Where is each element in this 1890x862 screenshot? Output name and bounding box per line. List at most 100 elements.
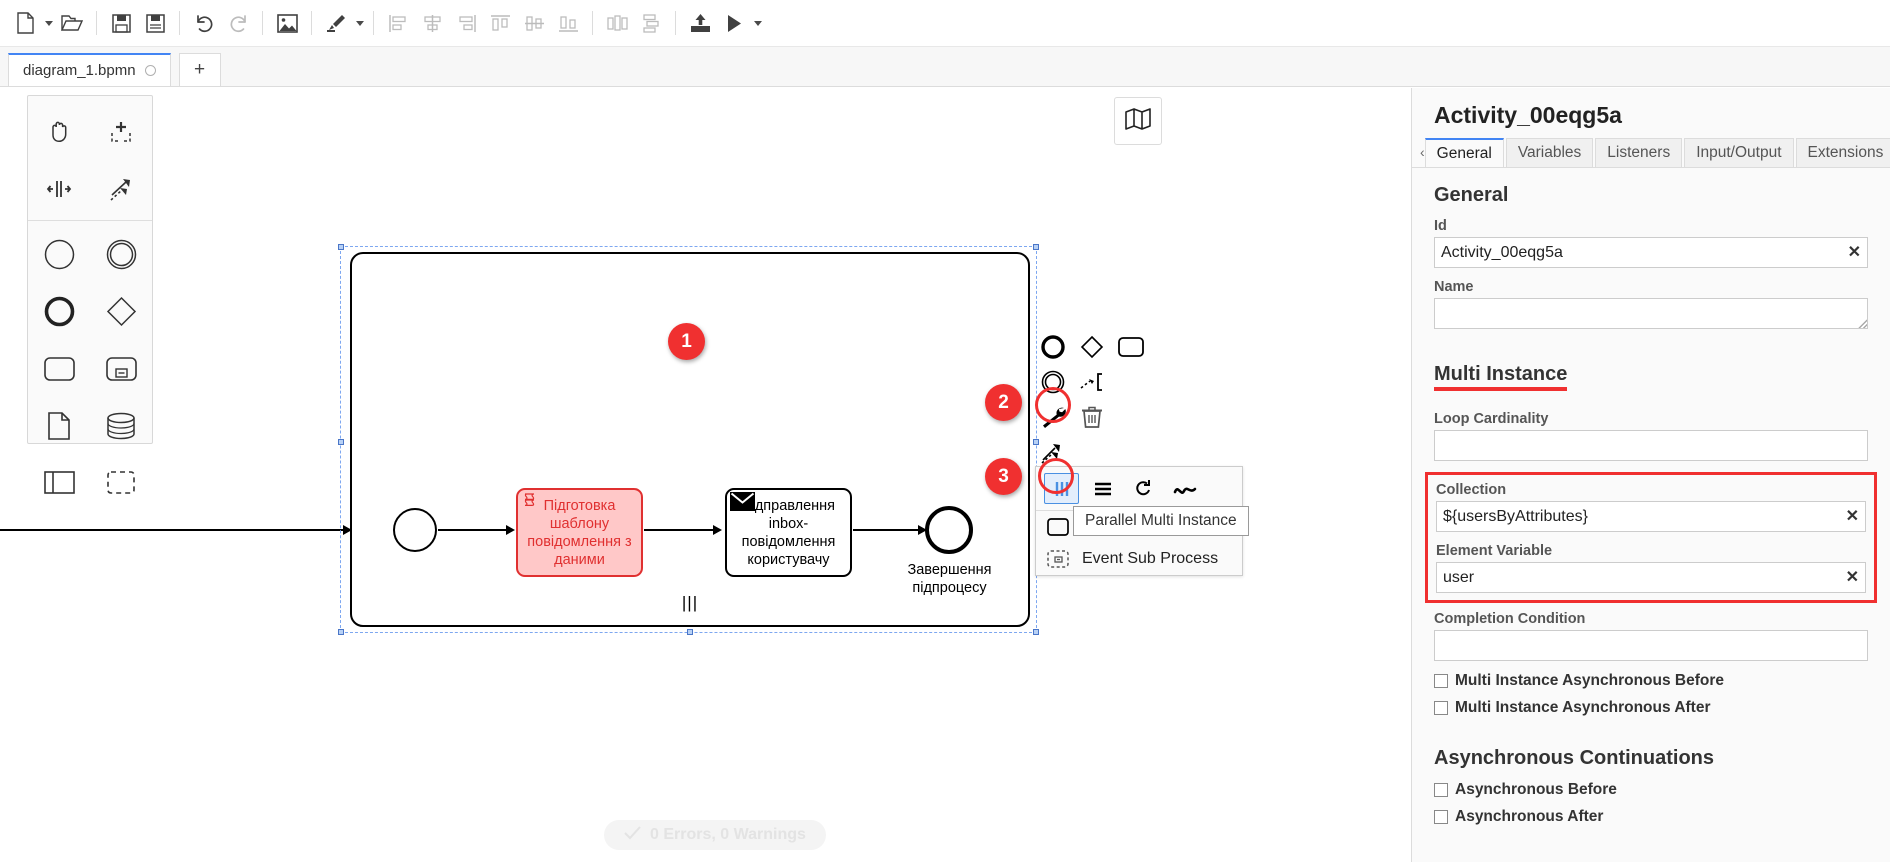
callout-2-ring-highlight: [1035, 387, 1071, 423]
async-before-label: Asynchronous Before: [1455, 781, 1617, 799]
toolbar-separator: [96, 11, 97, 35]
name-input[interactable]: [1434, 298, 1868, 329]
completion-condition-input[interactable]: [1434, 630, 1868, 661]
replace-menu-tooltip: Parallel Multi Instance: [1073, 506, 1249, 536]
element-variable-input[interactable]: [1436, 562, 1866, 593]
collection-input[interactable]: [1436, 501, 1866, 532]
tab-listeners[interactable]: Listeners: [1595, 138, 1682, 167]
collection-wrapper: ✕: [1436, 501, 1866, 532]
name-field-label: Name: [1434, 279, 1868, 295]
editor-tab-bar: diagram_1.bpmn +: [0, 47, 1890, 87]
multi-instance-section-heading: Multi Instance: [1434, 363, 1567, 391]
parallel-multi-instance-marker-icon: |||: [682, 593, 698, 613]
end-event-label: Завершення підпроцесу: [882, 561, 1017, 597]
toolbar-separator: [592, 11, 593, 35]
name-field-wrapper: [1434, 298, 1868, 329]
callout-marker-3: 3: [985, 458, 1022, 495]
sequence-flow-2[interactable]: [644, 529, 715, 531]
tab-diagram-1-bpmn[interactable]: diagram_1.bpmn: [8, 53, 171, 86]
properties-body: General Id ✕ Name Multi Instance Loop Ca…: [1412, 184, 1890, 826]
open-file-icon[interactable]: [55, 6, 89, 40]
trash-delete-icon[interactable]: [1077, 402, 1107, 432]
multi-instance-section: Multi Instance: [1434, 347, 1868, 402]
element-variable-clear-icon[interactable]: ✕: [1846, 569, 1859, 586]
run-icon[interactable]: [717, 6, 751, 40]
loop-cardinality-input[interactable]: [1434, 430, 1868, 461]
color-dropdown[interactable]: [353, 6, 366, 40]
element-variable-label: Element Variable: [1436, 543, 1866, 559]
deploy-icon[interactable]: [683, 6, 717, 40]
align-top-icon[interactable]: [483, 6, 517, 40]
diagram-canvas[interactable]: ||| Підготовка шаблону повідомлення з да…: [0, 88, 1411, 862]
export-image-icon[interactable]: [270, 6, 304, 40]
id-clear-icon[interactable]: ✕: [1848, 244, 1861, 261]
align-center-icon[interactable]: [415, 6, 449, 40]
align-bottom-icon[interactable]: [551, 6, 585, 40]
sequential-multi-instance-icon[interactable]: [1085, 473, 1120, 504]
loop-cardinality-wrapper: [1434, 430, 1868, 461]
mi-async-before-row[interactable]: Multi Instance Asynchronous Before: [1434, 672, 1868, 690]
loop-marker-icon[interactable]: [1126, 473, 1161, 504]
new-diagram-dropdown[interactable]: [42, 6, 55, 40]
check-icon: [624, 826, 641, 845]
subprocess-collapsed-icon: [1046, 518, 1070, 536]
distribute-horizontal-icon[interactable]: [600, 6, 634, 40]
resize-handle-s[interactable]: [687, 629, 693, 635]
toolbar-separator: [179, 11, 180, 35]
sequence-flow-1[interactable]: [438, 529, 508, 531]
start-event-shape[interactable]: [393, 508, 437, 552]
append-text-annotation-icon[interactable]: [1077, 367, 1107, 397]
align-left-icon[interactable]: [381, 6, 415, 40]
resize-handle-w[interactable]: [338, 439, 344, 445]
tab-variables[interactable]: Variables: [1506, 138, 1593, 167]
append-gateway-icon[interactable]: [1077, 332, 1107, 362]
append-end-event-icon[interactable]: [1038, 332, 1068, 362]
mi-async-before-label: Multi Instance Asynchronous Before: [1455, 672, 1724, 690]
mi-async-after-row[interactable]: Multi Instance Asynchronous After: [1434, 699, 1868, 717]
paintbrush-icon[interactable]: [319, 6, 353, 40]
new-diagram-icon[interactable]: [8, 6, 42, 40]
incoming-sequence-flow[interactable]: [0, 529, 345, 531]
validation-status-pill[interactable]: 0 Errors, 0 Warnings: [604, 820, 826, 850]
async-after-row[interactable]: Asynchronous After: [1434, 808, 1868, 826]
align-right-icon[interactable]: [449, 6, 483, 40]
collection-clear-icon[interactable]: ✕: [1846, 508, 1859, 525]
event-subprocess-icon: [1046, 550, 1070, 568]
async-before-row[interactable]: Asynchronous Before: [1434, 781, 1868, 799]
resize-handle-se[interactable]: [1033, 629, 1039, 635]
tab-extensions[interactable]: Extensions: [1796, 138, 1890, 167]
context-pad-row-1: [1038, 332, 1146, 362]
tab-label: diagram_1.bpmn: [23, 62, 136, 79]
properties-panel: Properties Panel Activity_00eqg5a ‹ Gene…: [1411, 88, 1890, 862]
main-toolbar: [0, 0, 1890, 47]
script-task-label: Підготовка шаблону повідомлення з даними: [524, 497, 635, 569]
ad-hoc-icon[interactable]: [1167, 473, 1202, 504]
id-input[interactable]: [1434, 237, 1868, 268]
mi-async-after-label: Multi Instance Asynchronous After: [1455, 699, 1711, 717]
resize-handle-sw[interactable]: [338, 629, 344, 635]
send-task-envelope-icon: [730, 492, 755, 516]
sequence-flow-1-arrow-icon: [506, 525, 515, 535]
async-before-checkbox[interactable]: [1434, 783, 1448, 797]
mi-async-after-checkbox[interactable]: [1434, 701, 1448, 715]
async-after-checkbox[interactable]: [1434, 810, 1448, 824]
run-dropdown[interactable]: [751, 6, 764, 40]
sequence-flow-3[interactable]: [853, 529, 923, 531]
mi-async-before-checkbox[interactable]: [1434, 674, 1448, 688]
append-task-icon[interactable]: [1116, 332, 1146, 362]
tab-input-output[interactable]: Input/Output: [1684, 138, 1793, 167]
align-middle-icon[interactable]: [517, 6, 551, 40]
resize-handle-ne[interactable]: [1033, 244, 1039, 250]
resize-handle-nw[interactable]: [338, 244, 344, 250]
save-icon[interactable]: [104, 6, 138, 40]
end-event-shape[interactable]: [925, 506, 973, 554]
new-tab-button[interactable]: +: [179, 53, 221, 86]
tab-general[interactable]: General: [1425, 138, 1504, 167]
undo-icon[interactable]: [187, 6, 221, 40]
collection-element-variable-highlight: Collection ✕ Element Variable ✕: [1425, 472, 1877, 603]
distribute-vertical-icon[interactable]: [634, 6, 668, 40]
save-as-icon[interactable]: [138, 6, 172, 40]
redo-icon[interactable]: [221, 6, 255, 40]
replace-entry-event-subprocess[interactable]: Event Sub Process: [1036, 543, 1242, 575]
unsaved-indicator-icon[interactable]: [145, 65, 156, 76]
